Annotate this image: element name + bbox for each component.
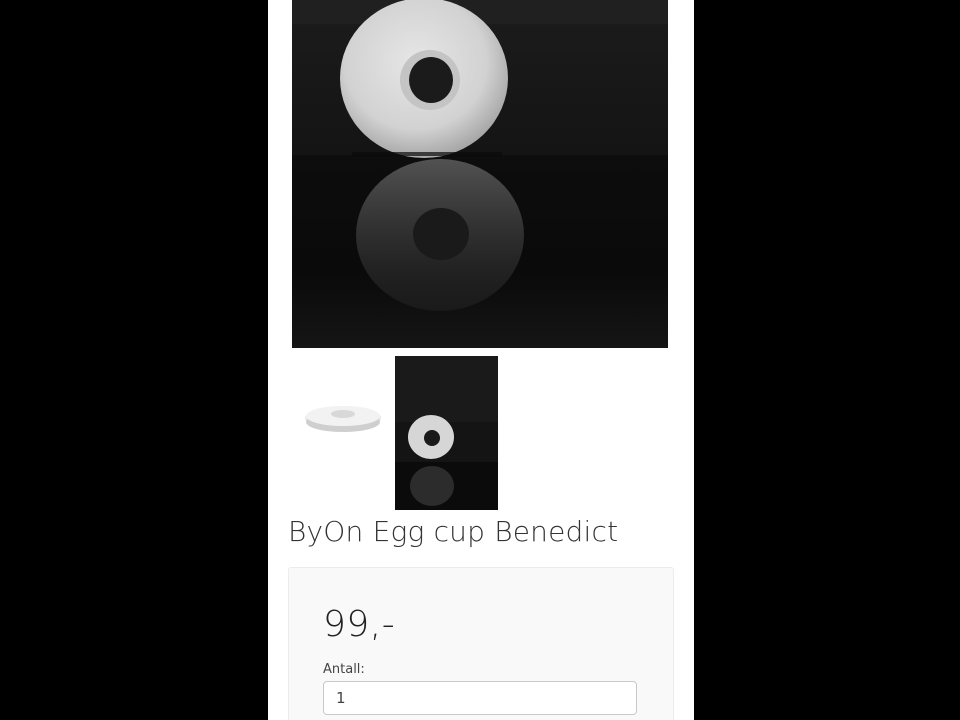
thumbnail-egg-cup-white[interactable] (292, 356, 395, 510)
egg-cup-photo-graphic (340, 0, 524, 311)
egg-cup-white-graphic (305, 406, 381, 432)
egg-cup-dark-graphic (395, 356, 498, 510)
quantity-label: Antall: (323, 662, 365, 677)
product-title: ByOn Egg cup Benedict (288, 515, 619, 548)
product-page: ByOn Egg cup Benedict 99,- Antall: (268, 0, 694, 720)
main-product-image[interactable] (292, 0, 668, 348)
product-price: 99,- (323, 604, 396, 645)
quantity-input[interactable] (323, 681, 637, 715)
thumbnail-egg-cup-dark[interactable] (395, 356, 498, 510)
purchase-panel: 99,- Antall: (288, 567, 674, 720)
